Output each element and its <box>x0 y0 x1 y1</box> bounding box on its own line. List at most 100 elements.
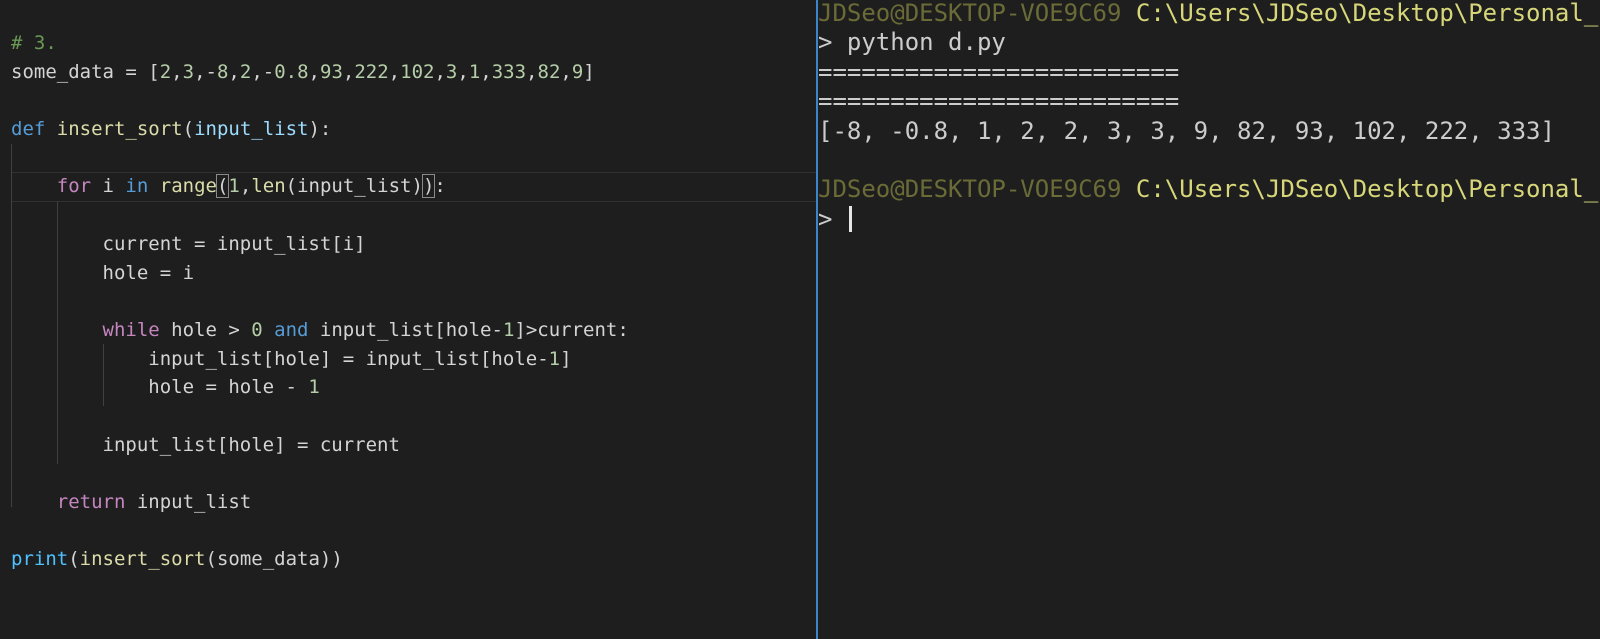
code-token: input_list[hole- <box>308 318 503 341</box>
code-line-2: some_data = [2,3,-8,2,-0.8,93,222,102,3,… <box>11 58 629 87</box>
code-token: JDSeo@DESKTOP-VOE9C69 <box>818 175 1122 204</box>
code-token: ( <box>68 548 80 571</box>
code-line-17: return input_list <box>11 488 629 517</box>
code-token: 3 <box>445 60 458 83</box>
code-token: 3 <box>182 60 195 83</box>
code-token: i <box>91 175 126 198</box>
code-token: python d.py <box>846 28 1006 57</box>
terminal-output[interactable]: JDSeo@DESKTOP-VOE9C69 C:\Users\JDSeo\Des… <box>818 0 1598 234</box>
bracket-match: ( <box>215 174 230 199</box>
code-token: ]>current: <box>514 318 629 341</box>
code-token: ): <box>308 118 332 141</box>
code-token: 2 <box>239 60 252 83</box>
code-token: , <box>526 60 538 83</box>
code-token: input_list <box>194 118 309 141</box>
code-token: hole > <box>159 318 252 341</box>
code-token: len <box>251 175 286 198</box>
code-line-12: input_list[hole] = input_list[hole-1] <box>11 345 629 374</box>
code-token: ,- <box>194 60 217 83</box>
code-line-9: hole = i <box>11 259 629 288</box>
code-token: ] <box>560 347 572 370</box>
code-line-11: while hole > 0 and input_list[hole-1]>cu… <box>11 316 629 345</box>
code-token: , <box>171 60 183 83</box>
code-token: 2 <box>159 60 172 83</box>
code-token: for <box>56 175 92 198</box>
code-token: while <box>102 318 160 341</box>
code-token: insert_sort <box>79 548 206 571</box>
code-token: 93 <box>320 60 343 83</box>
code-token: hole = hole - <box>11 376 309 399</box>
code-token: , <box>457 60 469 83</box>
code-token: ] <box>583 60 595 83</box>
code-token: current = input_list[i] <box>11 232 366 255</box>
code-token: ========================= <box>818 57 1180 86</box>
code-token: , <box>228 60 240 83</box>
code-line-8: current = input_list[i] <box>11 230 629 259</box>
terminal-line-7: JDSeo@DESKTOP-VOE9C69 C:\Users\JDSeo\Des… <box>818 175 1598 204</box>
code-token: some_data = [ <box>11 60 160 83</box>
code-token: , <box>342 60 355 83</box>
terminal-line-8: > <box>818 205 1598 234</box>
code-token: 82 <box>537 60 561 83</box>
code-token: print <box>11 548 69 571</box>
code-token: input_list <box>125 491 252 513</box>
code-token: ========================= <box>818 87 1180 116</box>
code-token: 222 <box>354 60 389 83</box>
code-token: JDSeo@DESKTOP-VOE9C69 <box>818 0 1122 27</box>
code-token: > <box>818 204 847 233</box>
terminal-line-4: ========================= <box>818 87 1598 116</box>
code-token: ,- <box>251 60 275 83</box>
code-token: def <box>11 118 46 141</box>
code-token: range <box>159 175 217 198</box>
code-token: C:\Users\JDSeo\Desktop\Personal_ <box>1135 0 1599 27</box>
code-token: 102 <box>400 60 435 83</box>
code-token: 1 <box>502 318 515 341</box>
code-editor[interactable]: # 3. some_data = [2,3,-8,2,-0.8,93,222,10… <box>0 0 816 639</box>
code-token: input_list[hole] = input_list[hole- <box>11 347 549 370</box>
code-token: : <box>434 175 446 198</box>
code-token: in <box>125 175 149 198</box>
code-token: return <box>56 491 126 513</box>
code-token: 8 <box>216 60 229 83</box>
code-token: , <box>308 60 320 83</box>
code-token: input_list[hole] = current <box>11 433 400 456</box>
code-token: 333 <box>491 60 527 83</box>
terminal-line-6 <box>818 146 1598 175</box>
code-token: and <box>274 318 309 341</box>
code-line-4: def insert_sort(input_list): <box>11 115 629 144</box>
code-token: 1 <box>228 175 240 198</box>
bracket-match: ) <box>421 174 436 199</box>
code-token: , <box>560 60 572 83</box>
code-token: 1 <box>468 60 481 83</box>
code-line-19: print(insert_sort(some_data)) <box>11 545 629 574</box>
code-token: ( <box>182 118 195 141</box>
code-token: 0.8 <box>274 60 309 83</box>
code-token: 1 <box>548 347 561 370</box>
terminal-line-5: [-8, -0.8, 1, 2, 2, 3, 3, 9, 82, 93, 102… <box>818 117 1598 146</box>
code-line-15: input_list[hole] = current <box>11 431 629 460</box>
code-token: hole = i <box>11 261 195 284</box>
code-token: (input_list) <box>285 175 423 198</box>
code-token: [-8, -0.8, 1, 2, 2, 3, 3, 9, 82, 93, 102… <box>818 116 1555 145</box>
terminal-line-2: > python d.py <box>818 28 1598 57</box>
code-lines[interactable]: # 3. some_data = [2,3,-8,2,-0.8,93,222,10… <box>11 29 629 574</box>
terminal-panel[interactable]: JDSeo@DESKTOP-VOE9C69 C:\Users\JDSeo\Des… <box>818 0 1600 639</box>
code-token: 9 <box>571 60 584 83</box>
code-token: , <box>388 60 401 83</box>
code-token: C:\Users\JDSeo\Desktop\Personal_ <box>1135 175 1599 204</box>
code-token: # 3. <box>11 32 57 54</box>
code-line-6: for i in range(1,len(input_list)): <box>11 172 629 201</box>
